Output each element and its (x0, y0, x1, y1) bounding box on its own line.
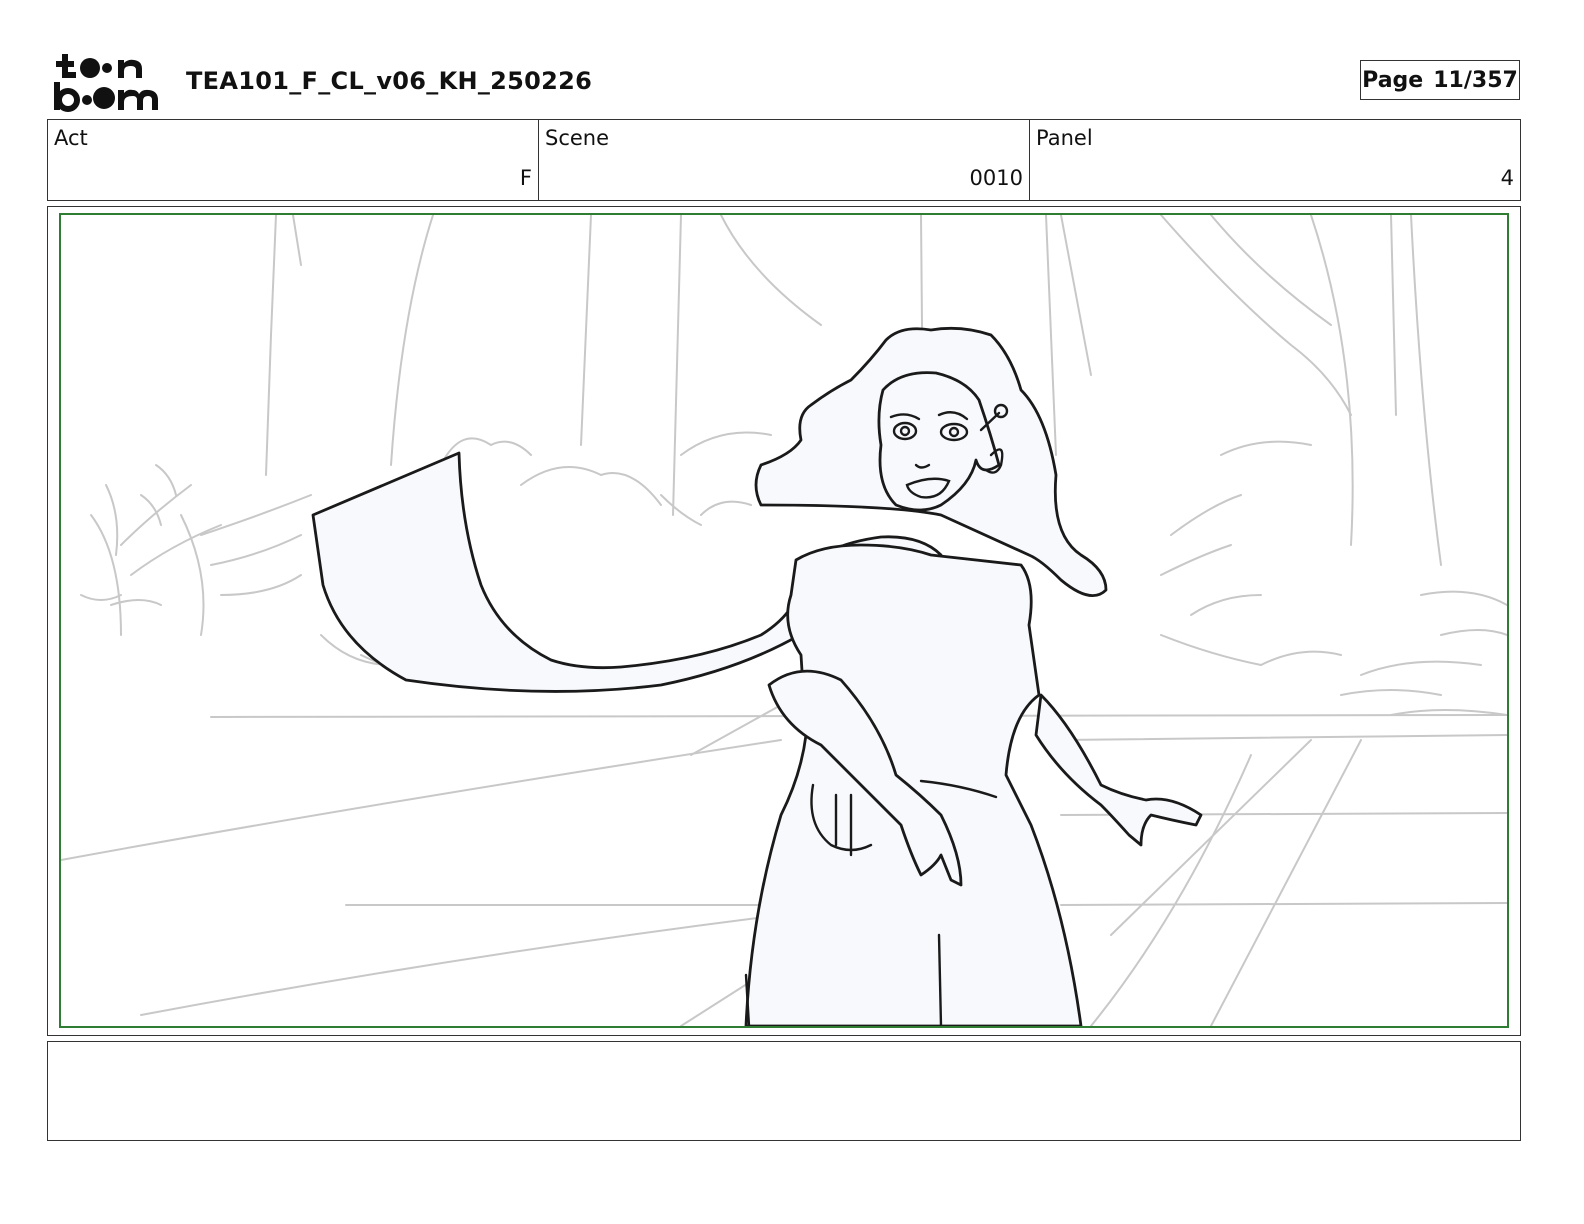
act-value: F (519, 166, 532, 190)
page-indicator: Page 11/357 (1360, 60, 1520, 100)
storyboard-sketch (61, 215, 1507, 1026)
scene-label: Scene (545, 126, 610, 150)
panel-cell: Panel 4 (1030, 120, 1520, 200)
panel-notes (47, 1041, 1521, 1141)
panel-label: Panel (1036, 126, 1093, 150)
info-table: Act F Scene 0010 Panel 4 (47, 119, 1521, 201)
act-label: Act (54, 126, 88, 150)
document-title: TEA101_F_CL_v06_KH_250226 (186, 67, 593, 95)
act-cell: Act F (48, 120, 539, 200)
scene-cell: Scene 0010 (539, 120, 1030, 200)
logo-graphic (54, 54, 158, 112)
page-label: Page (1362, 67, 1424, 93)
panel-sketch (59, 213, 1509, 1028)
page-value: 11/357 (1433, 67, 1518, 93)
toon-boom-logo (52, 52, 164, 112)
scene-value: 0010 (969, 166, 1023, 190)
panel-value: 4 (1500, 166, 1514, 190)
